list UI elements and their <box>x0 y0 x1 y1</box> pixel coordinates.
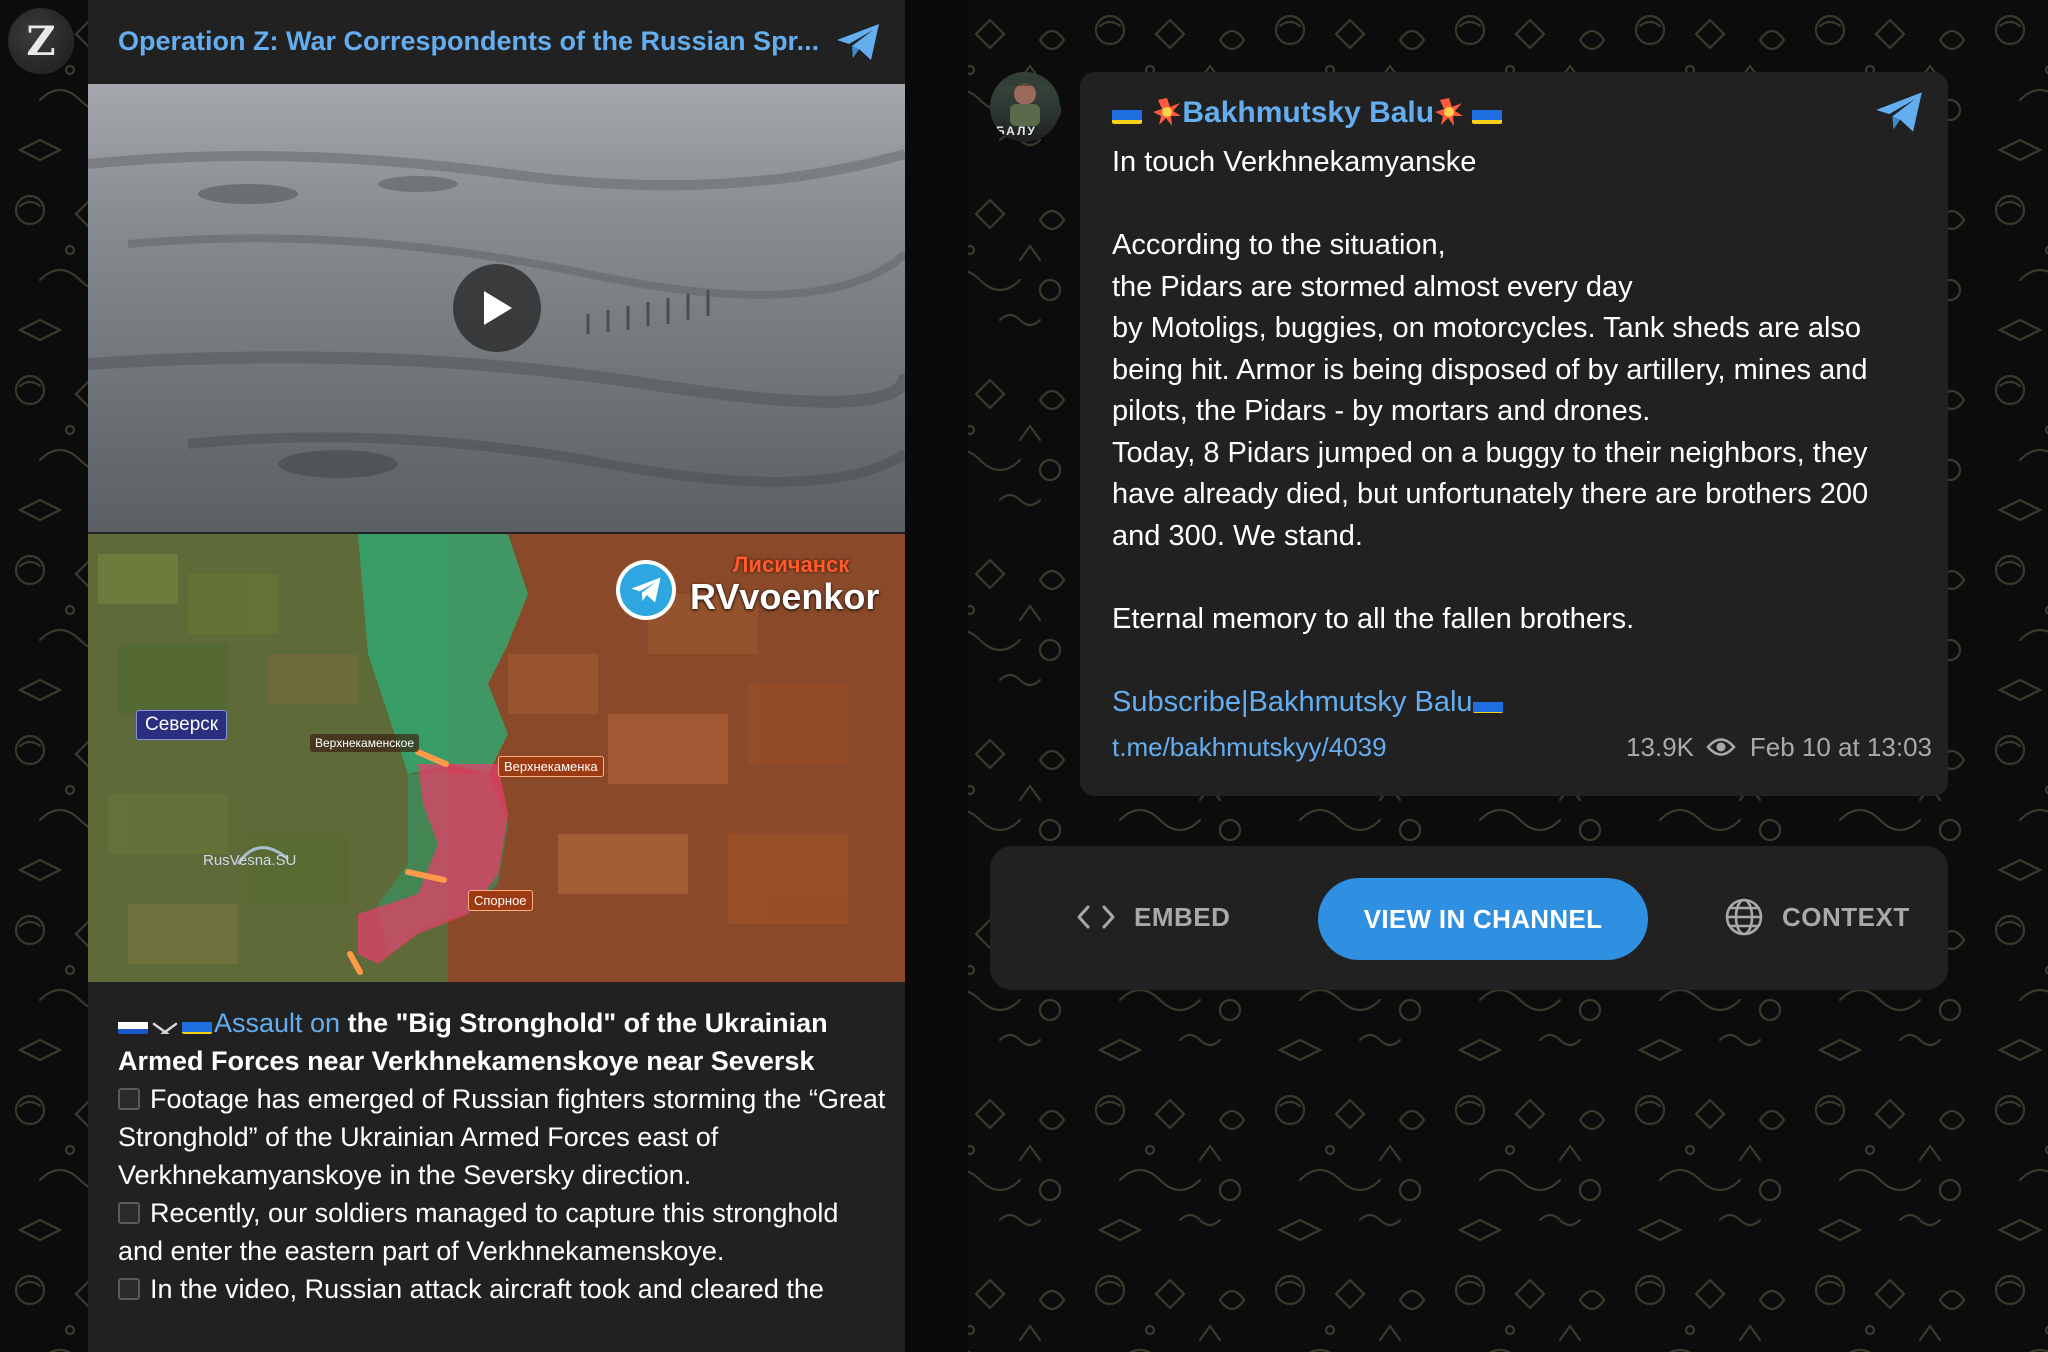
embed-button[interactable]: EMBED <box>1076 892 1230 942</box>
body-line: Eternal memory to all the fallen brother… <box>1112 602 1635 635</box>
crossed-swords-icon <box>150 1014 180 1034</box>
body-line-blank <box>1112 184 1932 226</box>
context-button[interactable]: CONTEXT <box>1724 890 1910 944</box>
square-bullet-icon <box>118 1202 140 1224</box>
body-line-blank <box>1112 557 1932 599</box>
map-watermark: RVvoenkor <box>690 576 880 617</box>
body-line: According to the situation, <box>1112 229 1446 261</box>
map-image[interactable]: Лисичанск RVvoenkor Северск Верхнекаменс… <box>88 534 905 982</box>
telegram-logo-icon <box>631 577 661 603</box>
rvvoenkor-logo <box>616 560 676 620</box>
post-paragraph-2: Recently, our soldiers managed to captur… <box>118 1198 839 1266</box>
map-label-seversk: Северск <box>136 710 228 740</box>
post-body: In touch Verkhnekamyanske According to t… <box>1112 142 1932 723</box>
body-line-blank <box>1112 640 1932 682</box>
channel-avatar[interactable]: Z <box>8 8 74 74</box>
post-header: Operation Z: War Correspondents of the R… <box>88 0 905 84</box>
body-line: Today, 8 Pidars jumped on a buggy to the… <box>1112 436 1868 469</box>
avatar-text: БАЛУ <box>996 124 1037 138</box>
body-line: and 300. We stand. <box>1112 519 1363 552</box>
explosion-icon <box>1435 98 1464 126</box>
post-paragraph-1: Footage has emerged of Russian fighters … <box>118 1084 886 1190</box>
explosion-icon <box>1153 98 1182 126</box>
channel-name[interactable]: Bakhmutsky Balu <box>1112 96 1504 130</box>
telegram-icon[interactable] <box>835 22 881 62</box>
post-headline: Assault on the "Big Stronghold" of the U… <box>118 1004 888 1080</box>
post-link[interactable]: t.me/bakhmutskyy/4039 <box>1112 732 1387 763</box>
body-line: pilots, the Pidars - by mortars and dron… <box>1112 395 1651 427</box>
subscribe-link[interactable]: Subscribe|Bakhmutsky Balu <box>1112 682 1932 724</box>
left-post-panel: Z Operation Z: War Correspondents of the… <box>0 0 968 1352</box>
code-icon <box>1077 905 1115 929</box>
play-icon <box>484 291 512 325</box>
map-label-rusvesna: RusVesna.SU <box>203 852 297 869</box>
russia-flag-icon <box>118 1014 148 1034</box>
channel-avatar-bakhmutsky[interactable]: БАЛУ <box>990 72 1060 142</box>
channel-title[interactable]: Operation Z: War Correspondents of the R… <box>118 26 838 57</box>
body-line: have already died, but unfortunately the… <box>1112 478 1869 510</box>
map-label-verkhnekamenka: Верхнекаменка <box>498 756 604 777</box>
map-label-spornoe: Спорное <box>468 890 533 911</box>
eye-icon <box>1706 738 1736 756</box>
post-footer: t.me/bakhmutskyy/4039 13.9K Feb 10 at 13… <box>1112 732 1932 772</box>
body-line: being hit. Armor is being disposed of by… <box>1112 353 1868 386</box>
play-button[interactable] <box>453 264 541 352</box>
ukraine-flag-icon <box>1472 693 1503 713</box>
assault-link[interactable]: Assault on <box>214 1008 340 1038</box>
ukraine-flag-icon <box>1112 104 1142 124</box>
post-paragraph-3: In the video, Russian attack aircraft to… <box>118 1270 888 1308</box>
post-card-bakhmutsky: Bakhmutsky Balu In touch Verkhnekamyansk… <box>1080 72 1948 796</box>
body-line: by Motoligs, buggies, on motorcycles. Ta… <box>1112 312 1862 344</box>
body-line: In touch Verkhnekamyanske <box>1112 146 1477 178</box>
action-bar: EMBED VIEW IN CHANNEL CONTEXT <box>990 846 1948 990</box>
square-bullet-icon <box>118 1278 140 1300</box>
view-in-channel-button[interactable]: VIEW IN CHANNEL <box>1318 878 1648 960</box>
globe-icon <box>1725 898 1763 936</box>
post-date[interactable]: Feb 10 at 13:03 <box>1750 732 1932 763</box>
map-label-verkhnekamenskoe: Верхнекаменское <box>310 734 419 752</box>
video-thumbnail[interactable] <box>88 84 905 532</box>
panel-divider <box>905 0 968 1352</box>
post-text: Assault on the "Big Stronghold" of the U… <box>118 1004 888 1308</box>
view-count: 13.9K <box>1626 732 1694 762</box>
telegram-icon[interactable] <box>1874 90 1924 134</box>
square-bullet-icon <box>118 1088 140 1110</box>
body-line: the Pidars are stormed almost every day <box>1112 270 1633 303</box>
post-card: Operation Z: War Correspondents of the R… <box>88 0 905 1352</box>
avatar-letter: Z <box>26 17 56 65</box>
ukraine-flag-icon <box>1472 104 1503 124</box>
right-post-panel: БАЛУ Bakhmutsky Balu In touch Verkhnekam… <box>968 0 2048 1352</box>
ukraine-flag-icon <box>182 1014 212 1034</box>
